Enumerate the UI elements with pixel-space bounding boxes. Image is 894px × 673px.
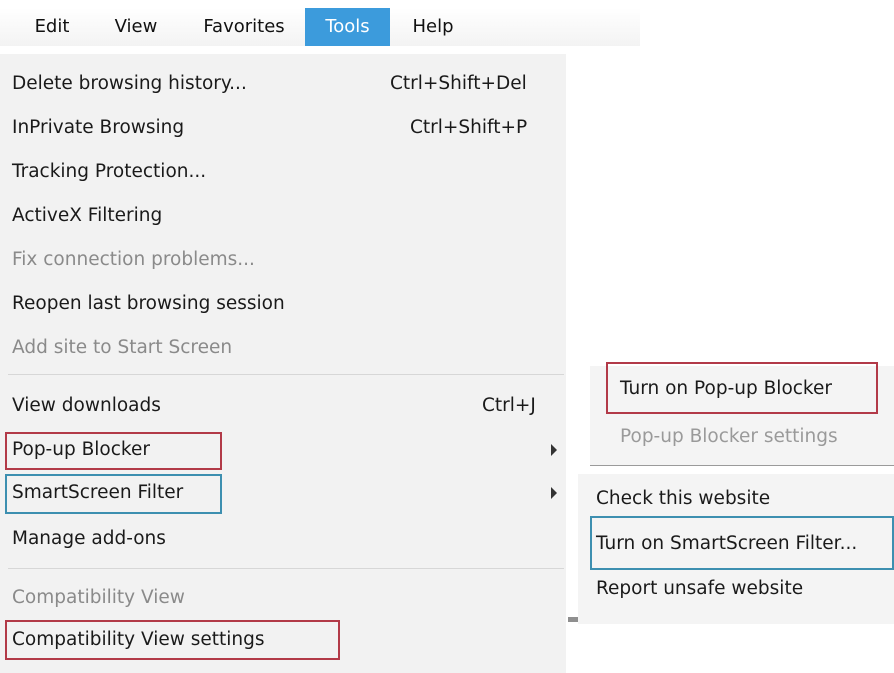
menu-item-activex-filtering[interactable]: ActiveX Filtering (12, 198, 162, 234)
menu-item-reopen-last-session[interactable]: Reopen last browsing session (12, 286, 285, 322)
submenu-arrow-icon (551, 487, 557, 499)
menu-item-manage-add-ons[interactable]: Manage add-ons (12, 521, 166, 557)
highlight-box-popup-blocker (5, 432, 222, 470)
smartscreen-submenu: Check this website Turn on SmartScreen F… (578, 474, 894, 624)
submenu-item-check-this-website[interactable]: Check this website (596, 482, 770, 516)
menu-item-add-site-to-start-screen: Add site to Start Screen (12, 337, 233, 358)
menu-separator (8, 568, 564, 569)
submenu-arrow-icon (551, 444, 557, 456)
menu-item-inprivate-browsing[interactable]: InPrivate Browsing (12, 110, 184, 146)
menu-item-fix-connection-problems: Fix connection problems... (12, 249, 255, 270)
menu-item-view-downloads[interactable]: View downloads (12, 388, 161, 424)
menu-tools[interactable]: Tools (305, 8, 390, 46)
highlight-box-turn-on-popup-blocker (606, 362, 878, 414)
menu-bar: Edit View Favorites Tools Help (0, 8, 640, 46)
menu-edit[interactable]: Edit (24, 8, 80, 46)
menu-help[interactable]: Help (398, 8, 468, 46)
submenu-item-popup-blocker-settings: Pop-up Blocker settings (620, 426, 838, 447)
menu-separator (8, 374, 564, 375)
tools-menu: Delete browsing history... Ctrl+Shift+De… (0, 54, 566, 673)
shortcut-delete-browsing-history: Ctrl+Shift+Del (390, 73, 527, 94)
menu-favorites[interactable]: Favorites (188, 8, 300, 46)
menu-item-delete-browsing-history[interactable]: Delete browsing history... (12, 66, 247, 102)
menu-item-tracking-protection[interactable]: Tracking Protection... (12, 154, 206, 190)
highlight-box-compatibility-view-settings (5, 620, 340, 660)
highlight-box-turn-on-smartscreen-filter (590, 516, 894, 570)
shortcut-inprivate-browsing: Ctrl+Shift+P (410, 117, 528, 138)
shortcut-view-downloads: Ctrl+J (482, 395, 536, 416)
menu-view[interactable]: View (96, 8, 176, 46)
submenu-item-report-unsafe-website[interactable]: Report unsafe website (596, 572, 803, 606)
popup-blocker-submenu: Turn on Pop-up Blocker Pop-up Blocker se… (590, 362, 894, 465)
highlight-box-smartscreen-filter (5, 474, 222, 514)
menu-item-compatibility-view: Compatibility View (12, 587, 185, 608)
screenshot-stage: Edit View Favorites Tools Help Delete br… (0, 0, 894, 673)
